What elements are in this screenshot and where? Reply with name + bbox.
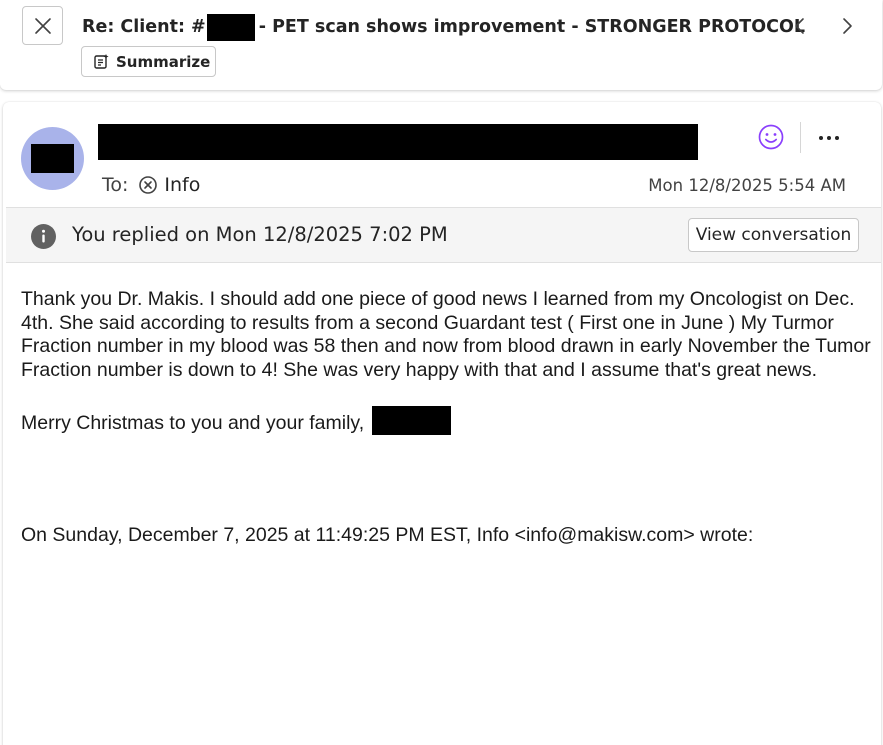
redaction-box <box>371 406 451 436</box>
quoted-reply-header: On Sunday, December 7, 2025 at 11:49:25 … <box>21 524 754 546</box>
body-closing-line: Merry Christmas to you and your family, <box>21 406 871 436</box>
more-actions-button[interactable] <box>815 124 843 152</box>
reply-info-bar: You replied on Mon 12/8/2025 7:02 PM Vie… <box>6 207 881 263</box>
summarize-button[interactable]: Summarize <box>81 46 216 77</box>
redaction-box <box>206 13 255 41</box>
subject-suffix: - PET scan shows improvement - STRONGER … <box>258 17 805 37</box>
divider <box>800 122 801 153</box>
recipients-row: To: Info <box>102 172 200 198</box>
smiley-icon <box>758 124 784 150</box>
reaction-button[interactable] <box>757 123 785 151</box>
subject-prefix: Re: Client: # <box>82 17 206 37</box>
summarize-label: Summarize <box>116 52 211 71</box>
avatar[interactable] <box>21 127 84 190</box>
next-message-button[interactable] <box>833 12 861 40</box>
subject-title: Re: Client: # - PET scan shows improveme… <box>82 13 805 41</box>
chevron-right-icon <box>843 18 852 34</box>
summarize-icon <box>94 54 109 69</box>
to-label: To: <box>102 174 129 196</box>
sender-name-redacted <box>98 124 698 160</box>
previous-message-button[interactable] <box>786 12 814 40</box>
message-body: Thank you Dr. Makis. I should add one pi… <box>21 288 871 436</box>
view-conversation-button[interactable]: View conversation <box>688 218 859 252</box>
close-icon <box>34 17 51 34</box>
chevron-left-icon <box>795 18 804 34</box>
redaction-box <box>31 144 74 173</box>
info-icon <box>31 224 56 249</box>
message-card: To: Info Mon 12/8/2025 5:54 AM You repli… <box>3 102 881 745</box>
message-timestamp: Mon 12/8/2025 5:54 AM <box>648 176 846 195</box>
replied-status-text: You replied on Mon 12/8/2025 7:02 PM <box>72 223 448 246</box>
more-horizontal-icon <box>819 136 839 140</box>
subject-header: Re: Client: # - PET scan shows improveme… <box>0 0 882 90</box>
body-paragraph: Thank you Dr. Makis. I should add one pi… <box>21 288 871 381</box>
circle-x-icon <box>139 176 158 194</box>
closing-text: Merry Christmas to you and your family, <box>21 412 365 435</box>
close-button[interactable] <box>22 6 63 45</box>
recipient-info[interactable]: Info <box>164 174 200 196</box>
